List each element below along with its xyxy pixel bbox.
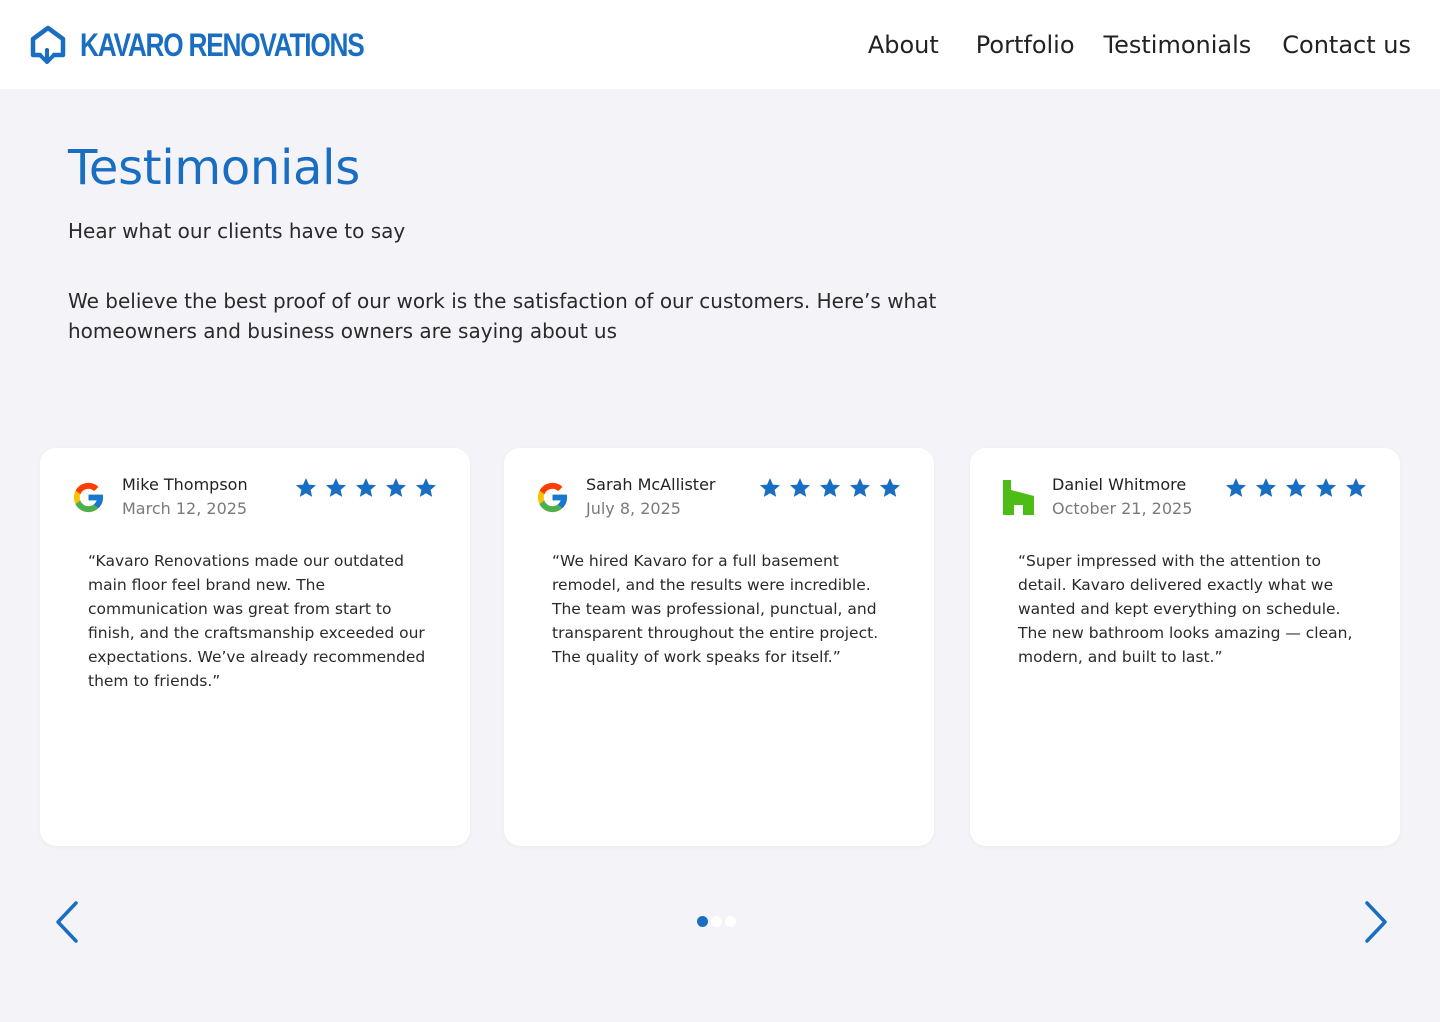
- carousel-dot[interactable]: [697, 916, 708, 927]
- chevron-right-icon[interactable]: [1361, 900, 1391, 944]
- review-date: July 8, 2025: [586, 499, 681, 518]
- star-rating: [758, 476, 902, 500]
- star-icon: [1256, 478, 1276, 497]
- houzz-icon: [1003, 480, 1034, 515]
- review-text: “Super impressed with the attention to d…: [1018, 552, 1353, 666]
- brand-name: KAVARO RENOVATIONS: [80, 26, 365, 63]
- chevron-left-icon[interactable]: [52, 900, 82, 944]
- testimonial-card: Daniel Whitmore October 21, 2025 “Super …: [970, 448, 1400, 846]
- site-header: KAVARO RENOVATIONS About Portfolio Testi…: [0, 0, 1440, 89]
- star-icon: [296, 478, 316, 497]
- star-icon: [356, 478, 376, 497]
- star-icon: [760, 478, 780, 497]
- review-date: October 21, 2025: [1052, 499, 1193, 518]
- carousel-pagination: [697, 916, 736, 927]
- main-nav: About Portfolio Testimonials Contact us: [868, 31, 1411, 59]
- star-rating: [294, 476, 438, 500]
- star-icon: [416, 478, 436, 497]
- house-arrow-icon: [30, 25, 66, 64]
- review-text: “Kavaro Renovations made our outdated ma…: [88, 552, 426, 690]
- review-date: March 12, 2025: [122, 499, 248, 518]
- page-subtitle: Hear what our clients have to say: [68, 219, 406, 243]
- nav-contact[interactable]: Contact us: [1282, 31, 1411, 59]
- star-icon: [790, 478, 810, 497]
- carousel-dot[interactable]: [725, 916, 736, 927]
- star-icon: [386, 478, 406, 497]
- star-icon: [1286, 478, 1306, 497]
- reviewer-name: Sarah McAllister: [586, 475, 716, 494]
- star-icon: [850, 478, 870, 497]
- testimonial-card: Sarah McAllister July 8, 2025 “We hired …: [504, 448, 934, 846]
- page-title: Testimonials: [68, 140, 360, 196]
- review-text: “We hired Kavaro for a full basement rem…: [552, 552, 879, 666]
- star-icon: [880, 478, 900, 497]
- brand-logo[interactable]: KAVARO RENOVATIONS: [30, 25, 426, 65]
- star-icon: [1226, 478, 1246, 497]
- star-icon: [820, 478, 840, 497]
- nav-testimonials[interactable]: Testimonials: [1104, 31, 1252, 59]
- carousel-dot[interactable]: [711, 916, 722, 927]
- star-icon: [1316, 478, 1336, 497]
- star-rating: [1224, 476, 1368, 500]
- google-icon: [73, 482, 104, 513]
- nav-portfolio[interactable]: Portfolio: [976, 31, 1075, 59]
- star-icon: [326, 478, 346, 497]
- star-icon: [1346, 478, 1366, 497]
- google-icon: [537, 482, 568, 513]
- nav-about[interactable]: About: [868, 31, 939, 59]
- reviewer-name: Daniel Whitmore: [1052, 475, 1187, 494]
- reviewer-name: Mike Thompson: [122, 475, 248, 494]
- page-description: We believe the best proof of our work is…: [68, 289, 937, 343]
- testimonial-card: Mike Thompson March 12, 2025 “Kavaro Ren…: [40, 448, 470, 846]
